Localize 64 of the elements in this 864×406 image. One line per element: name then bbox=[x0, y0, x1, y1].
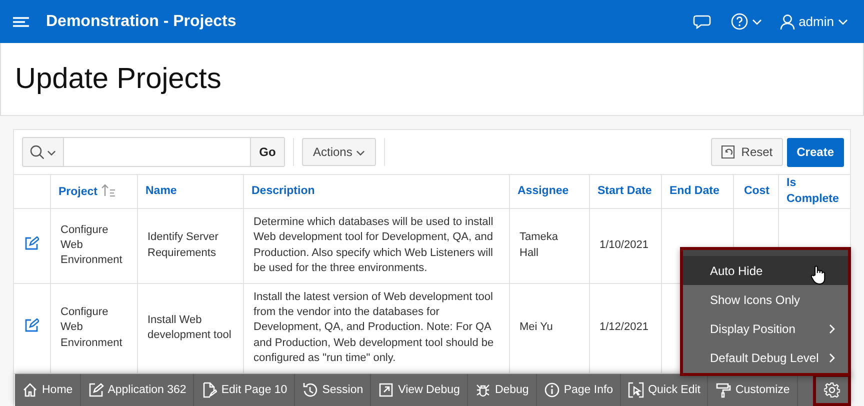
table-cell: 1/10/2021 bbox=[600, 239, 648, 252]
user-icon bbox=[780, 14, 795, 30]
column-header[interactable]: Start Date bbox=[598, 184, 652, 200]
help-icon bbox=[730, 13, 748, 30]
reset-icon bbox=[721, 145, 736, 159]
toolbar-button[interactable]: Debug bbox=[468, 374, 537, 406]
info-icon bbox=[544, 382, 560, 398]
toolbar-button[interactable]: Session bbox=[295, 374, 372, 406]
toolbar-button[interactable]: Edit Page 10 bbox=[194, 374, 296, 406]
menu-item[interactable]: Auto Hide bbox=[683, 256, 848, 285]
table-cell: Determine which databases will be used to install Web development tool for Development, QA, and Production. Also specify which Web Listeners will be used for the three environments. bbox=[254, 216, 494, 274]
help-button[interactable] bbox=[728, 11, 764, 32]
paint-roller-icon bbox=[715, 382, 732, 398]
table-cell: Mei Yu bbox=[520, 321, 553, 334]
toolbar-button[interactable]: Customize bbox=[708, 374, 798, 406]
settings-button[interactable] bbox=[813, 374, 851, 406]
column-header[interactable]: Name bbox=[146, 184, 177, 200]
menu-item[interactable]: Display Position bbox=[683, 314, 848, 343]
page-edit-icon bbox=[201, 382, 218, 398]
pencil-icon bbox=[88, 382, 104, 398]
bug-icon bbox=[474, 382, 491, 398]
search-icon bbox=[30, 145, 44, 159]
clock-icon bbox=[302, 382, 318, 398]
toolbar-button[interactable]: Quick Edit bbox=[621, 374, 708, 406]
edit-icon[interactable] bbox=[24, 318, 40, 332]
toolbar-button[interactable]: Home bbox=[15, 374, 81, 406]
actions-button[interactable]: Actions bbox=[302, 138, 376, 166]
hand-cursor-icon bbox=[810, 264, 826, 284]
toolbar-button[interactable]: View Debug bbox=[371, 374, 468, 406]
external-link-icon bbox=[378, 382, 394, 398]
column-header[interactable]: Cost bbox=[744, 184, 770, 200]
home-icon bbox=[22, 382, 38, 398]
table-cell: Install the latest version of Web development tool from the vendor into the databases for Development, QA, and Production. Note: For QA and Production, Web development tool should be configured as "run time" only. bbox=[254, 290, 494, 364]
table-cell: 1/12/2021 bbox=[600, 321, 648, 334]
table-cell: Install Web development tool bbox=[148, 314, 232, 342]
caret-icon bbox=[752, 17, 762, 26]
table-cell: Tameka Hall bbox=[520, 231, 558, 259]
column-header[interactable]: End Date bbox=[670, 184, 720, 200]
app-title: Demonstration - Projects bbox=[46, 12, 236, 30]
chat-icon[interactable] bbox=[692, 14, 711, 29]
menu-item[interactable]: Show Icons Only bbox=[683, 285, 848, 314]
go-button[interactable]: Go bbox=[250, 138, 284, 166]
menu-item[interactable]: Default Debug Level bbox=[683, 343, 848, 372]
menu-icon[interactable] bbox=[13, 16, 29, 26]
table-cell: Configure Web Environment bbox=[60, 306, 122, 349]
reset-button[interactable]: Reset bbox=[711, 138, 783, 166]
chevron-right-icon bbox=[829, 324, 836, 334]
column-header[interactable]: Is Complete bbox=[786, 176, 846, 208]
settings-icon bbox=[824, 382, 840, 398]
page-title: Update Projects bbox=[15, 62, 222, 96]
caret-icon bbox=[838, 17, 848, 26]
table-cell: Identify Server Requirements bbox=[148, 231, 218, 259]
toolbar-button[interactable]: Page Info bbox=[536, 374, 622, 406]
cursor-icon bbox=[628, 382, 644, 398]
create-button[interactable]: Create bbox=[786, 138, 844, 166]
search-field[interactable] bbox=[64, 138, 250, 166]
edit-icon[interactable] bbox=[24, 236, 40, 250]
column-header[interactable]: Description bbox=[252, 184, 315, 200]
chevron-right-icon bbox=[829, 352, 836, 362]
toolbar-button[interactable]: Application 362 bbox=[80, 374, 194, 406]
user-menu-button[interactable]: admin bbox=[778, 12, 850, 32]
column-header[interactable]: Assignee bbox=[518, 184, 569, 200]
column-header[interactable]: Project bbox=[58, 184, 98, 200]
table-cell: Configure Web Environment bbox=[60, 224, 122, 266]
